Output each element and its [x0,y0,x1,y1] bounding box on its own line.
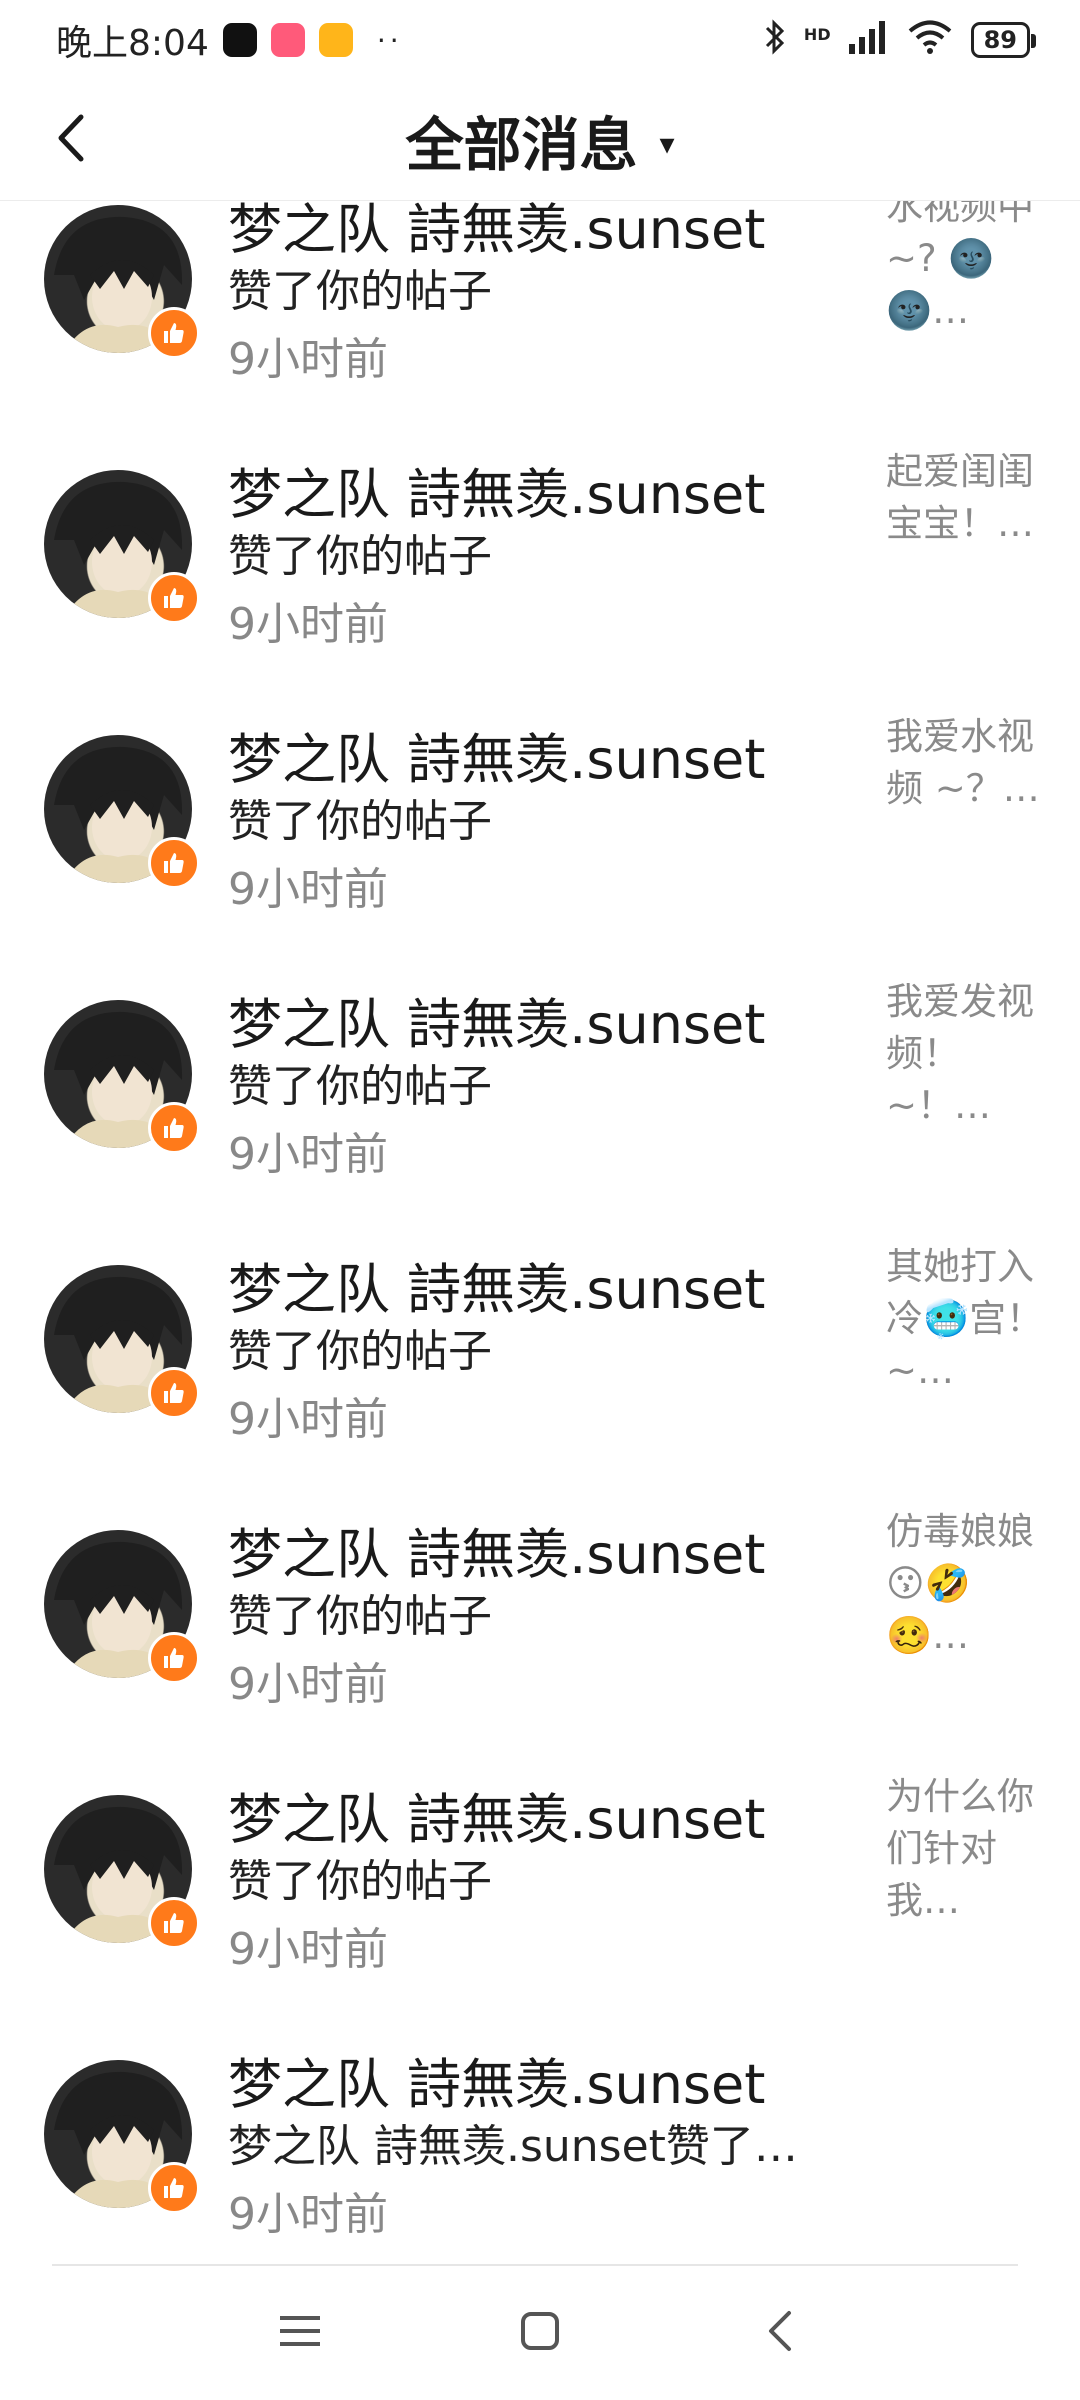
message-action: 赞了你的帖子 [228,1326,492,1377]
like-badge [148,1102,200,1154]
message-rows: 梦之队 詩無羡.sunset 赞了你的帖子 9小时前 水视频中~? 🌚🌚… 梦之… [0,200,1080,2257]
message-time: 9小时前 [228,599,388,650]
sender-name[interactable]: 梦之队 詩無羡.sunset [228,1510,765,1589]
message-row[interactable]: 梦之队 詩無羡.sunset 梦之队 詩無羡.sunset赞了… 9小时前 [0,1992,1080,2257]
status-right: HD 89 [764,18,1037,62]
message-list[interactable]: 梦之队 詩無羡.sunset 赞了你的帖子 9小时前 水视频中~? 🌚🌚… 梦之… [0,200,1080,2260]
thumbs-up-icon [164,853,184,873]
thumbs-up-icon [164,1118,184,1138]
signal-icon [848,20,889,61]
wifi-icon [907,20,953,61]
message-action: 赞了你的帖子 [228,531,492,582]
message-time: 9小时前 [228,334,388,385]
kuaishou-app-icon [270,23,305,57]
message-time: 9小时前 [228,1924,388,1975]
sender-name[interactable]: 梦之队 詩無羡.sunset [228,715,765,794]
post-preview[interactable]: 水视频中~? 🌚🌚… [886,200,1048,337]
message-time: 9小时前 [228,864,388,915]
message-row[interactable]: 梦之队 詩無羡.sunset 赞了你的帖子 9小时前 水视频中~? 🌚🌚… [0,200,1080,402]
thumbs-up-icon [164,1648,184,1668]
message-row[interactable]: 梦之队 詩無羡.sunset 赞了你的帖子 9小时前 其她打入冷🥶宫！ ~… [0,1197,1080,1462]
like-badge [148,307,200,359]
like-badge [148,1367,200,1419]
dropdown-caret-icon: ▾ [659,126,675,162]
thumbs-up-icon [164,1383,184,1403]
thumbs-up-icon [164,588,184,608]
message-time: 9小时前 [228,1129,388,1180]
battery-indicator: 89 [970,22,1037,58]
home-square-icon [520,2311,560,2355]
status-time: 晚上8:04 [56,23,209,64]
bluetooth-icon [764,18,786,62]
page-title: 全部消息 [405,111,638,179]
back-button[interactable] [38,108,102,172]
message-row[interactable]: 梦之队 詩無羡.sunset 赞了你的帖子 9小时前 为什么你们针对我… [0,1727,1080,1992]
message-action: 赞了你的帖子 [228,1591,492,1642]
message-action: 赞了你的帖子 [228,1856,492,1907]
status-bar: 晚上8:04 ·· HD 89 [0,0,1080,80]
like-badge [148,2162,200,2214]
sender-name[interactable]: 梦之队 詩無羡.sunset [228,980,765,1059]
like-badge [148,837,200,889]
status-left: 晚上8:04 ·· [56,14,403,66]
like-badge [148,1897,200,1949]
header-bar: 全部消息 ▾ [0,80,1080,201]
chevron-left-icon [55,113,85,167]
message-action: 赞了你的帖子 [228,266,492,317]
sender-name[interactable]: 梦之队 詩無羡.sunset [228,1245,765,1324]
thumbs-up-icon [164,1913,184,1933]
message-row[interactable]: 梦之队 詩無羡.sunset 赞了你的帖子 9小时前 我爱水视频 ~？… [0,667,1080,932]
like-badge [148,1632,200,1684]
thumbs-up-icon [164,323,184,343]
post-preview[interactable]: 其她打入冷🥶宫！ ~… [886,1241,1048,1397]
title-dropdown[interactable]: 全部消息 ▾ [405,98,674,182]
like-badge [148,572,200,624]
post-preview[interactable]: 我爱水视频 ~？… [886,711,1048,815]
message-action: 赞了你的帖子 [228,1061,492,1112]
post-preview[interactable]: 起爱闺闺宝宝！… [886,446,1048,550]
sender-name[interactable]: 梦之队 詩無羡.sunset [228,2040,765,2119]
message-action: 赞了你的帖子 [228,796,492,847]
more-notifications-dots: ·· [376,23,403,57]
post-preview[interactable]: 我爱发视频！ ~！… [886,976,1048,1132]
message-time: 9小时前 [228,1659,388,1710]
capcut-app-icon [222,23,257,57]
message-row[interactable]: 梦之队 詩無羡.sunset 赞了你的帖子 9小时前 起爱闺闺宝宝！… [0,402,1080,667]
hd-label: HD [803,24,831,44]
back-triangle-icon [767,2310,793,2356]
message-time: 9小时前 [228,1394,388,1445]
sender-name[interactable]: 梦之队 詩無羡.sunset [228,450,765,529]
nav-back-button[interactable] [740,2293,820,2373]
nav-menu-button[interactable] [260,2293,340,2373]
post-preview[interactable]: 为什么你们针对我… [886,1771,1048,1927]
sender-name[interactable]: 梦之队 詩無羡.sunset [228,1775,765,1854]
menu-icon [280,2314,320,2352]
nav-home-button[interactable] [500,2293,580,2373]
notes-app-icon [318,23,353,57]
message-row[interactable]: 梦之队 詩無羡.sunset 赞了你的帖子 9小时前 我爱发视频！ ~！… [0,932,1080,1197]
message-action: 梦之队 詩無羡.sunset赞了… [228,2121,798,2172]
system-nav-bar [0,2266,1080,2400]
post-preview[interactable]: 仿毒娘娘😗🤣🥴… [886,1506,1048,1662]
message-time: 9小时前 [228,2189,388,2240]
thumbs-up-icon [164,2178,184,2198]
message-row[interactable]: 梦之队 詩無羡.sunset 赞了你的帖子 9小时前 仿毒娘娘😗🤣🥴… [0,1462,1080,1727]
